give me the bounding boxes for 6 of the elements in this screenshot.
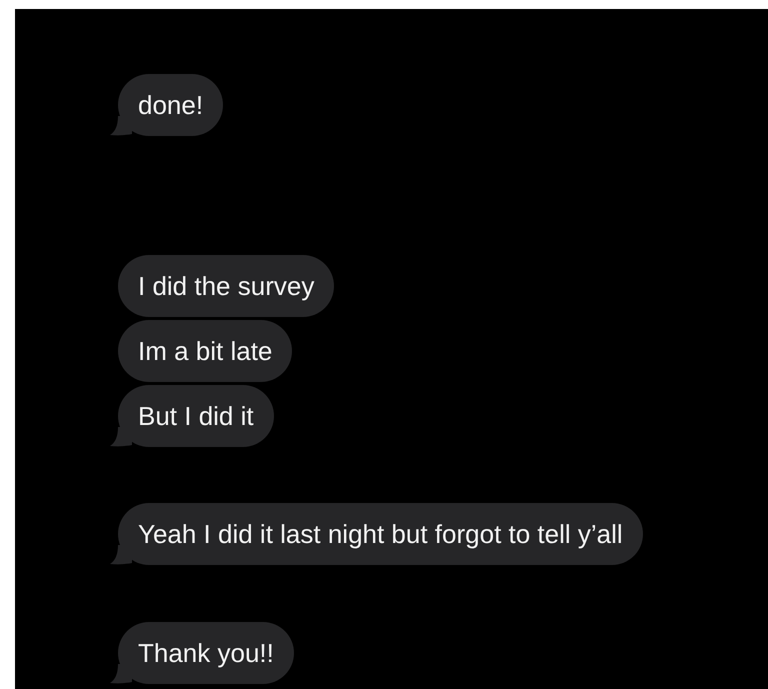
message-bubble: I did the survey [118, 255, 334, 317]
bubble-tail-icon [110, 664, 132, 684]
bubble-tail-icon [110, 545, 132, 565]
message-bubble: Im a bit late [118, 320, 292, 382]
bubble-tail-icon [110, 427, 132, 447]
bubble-tail-icon [110, 116, 132, 136]
